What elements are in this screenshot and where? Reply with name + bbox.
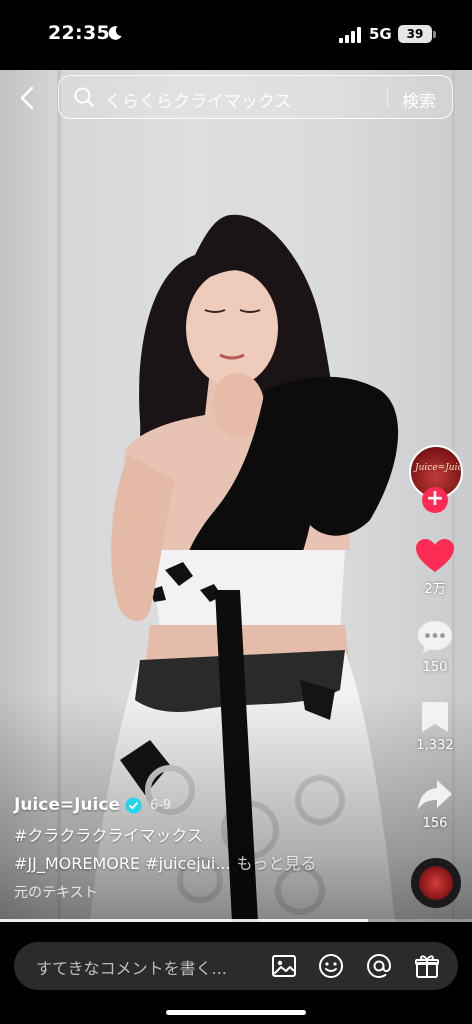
search-input[interactable]: くらくらクライマックス	[105, 87, 292, 112]
network-label: 5G	[369, 25, 392, 43]
hashtag-line-1[interactable]: #クラクラクライマックス	[14, 822, 404, 846]
search-divider	[387, 87, 388, 107]
emoji-icon[interactable]	[318, 953, 344, 979]
verified-icon	[125, 797, 142, 813]
image-icon[interactable]	[271, 953, 297, 979]
comment-count: 150	[422, 660, 448, 675]
save-button[interactable]: 1,332	[405, 700, 465, 753]
like-count: 2万	[424, 582, 446, 597]
post-time: 6-9	[149, 797, 172, 813]
follow-button[interactable]: +	[422, 487, 448, 513]
music-disc[interactable]	[411, 858, 461, 908]
battery-indicator: 39	[398, 25, 432, 43]
save-count: 1,332	[416, 738, 454, 753]
back-icon[interactable]	[14, 84, 42, 112]
avatar-logo: Juice=Juice	[415, 463, 463, 473]
comment-input[interactable]: すてきなコメントを書く...	[14, 942, 458, 990]
signal-icon	[339, 27, 361, 43]
author-name[interactable]: Juice=Juice	[14, 795, 120, 815]
moon-icon	[108, 26, 122, 40]
like-button[interactable]: 2万	[405, 538, 465, 597]
original-text-link[interactable]: 元のテキスト	[14, 882, 404, 902]
mention-icon[interactable]	[366, 953, 392, 979]
home-indicator	[166, 1010, 306, 1015]
search-button[interactable]: 検索	[402, 87, 436, 112]
search-icon	[74, 87, 95, 108]
video-caption: Juice=Juice 6-9 #クラクラクライマックス #JJ_MOREMOR…	[14, 792, 404, 902]
music-cover	[419, 866, 453, 900]
search-bar[interactable]: くらくらクライマックス 検索	[58, 75, 453, 119]
hashtag-line-2: #JJ_MOREMORE #juicejui... もっと見る	[14, 850, 404, 874]
heart-icon	[416, 539, 454, 572]
bottom-bar: すてきなコメントを書く...	[0, 922, 472, 1024]
share-button[interactable]: 156	[405, 778, 465, 831]
author-row: Juice=Juice 6-9	[14, 792, 404, 818]
share-count: 156	[422, 816, 448, 831]
battery-cap	[433, 31, 436, 38]
comment-placeholder: すてきなコメントを書く...	[36, 959, 227, 978]
see-more-link[interactable]: もっと見る	[237, 854, 317, 873]
comment-button[interactable]: 150	[405, 618, 465, 675]
comment-icon	[418, 621, 452, 653]
status-bar: 22:35 5G 39	[0, 0, 472, 70]
share-icon	[418, 780, 452, 810]
bookmark-icon	[422, 702, 448, 732]
gift-icon[interactable]	[414, 953, 440, 979]
hashtag-line-2-text[interactable]: #JJ_MOREMORE #juicejui...	[14, 854, 231, 873]
status-time: 22:35	[48, 22, 110, 44]
